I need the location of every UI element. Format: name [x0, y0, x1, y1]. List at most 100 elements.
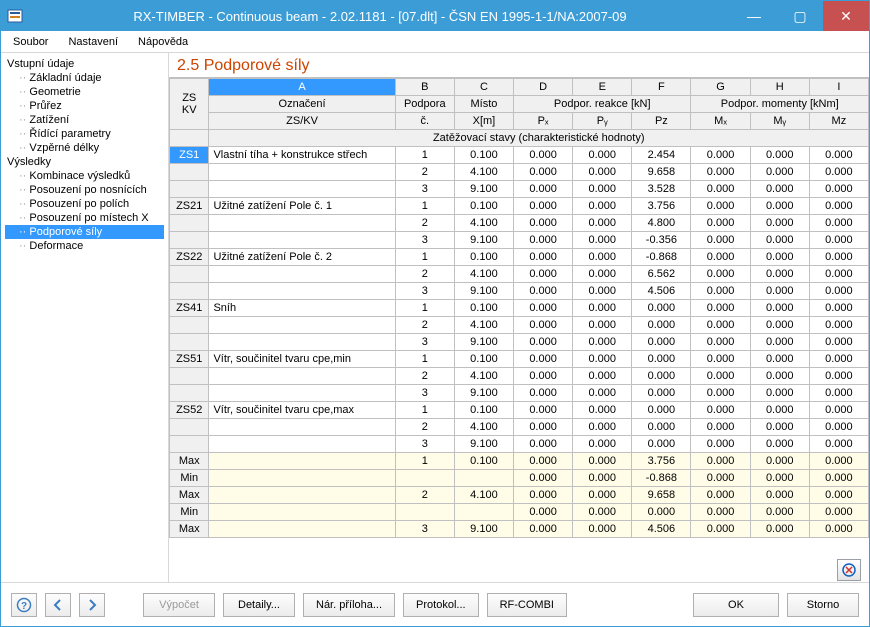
ok-button[interactable]: OK — [693, 593, 779, 617]
cell[interactable]: 0.000 — [691, 419, 750, 436]
cell[interactable]: 9.658 — [632, 487, 691, 504]
annex-button[interactable]: Nár. příloha... — [303, 593, 395, 617]
cell[interactable]: 1 — [395, 147, 454, 164]
cell[interactable]: 2 — [395, 368, 454, 385]
table-row[interactable]: 24.1000.0000.0004.8000.0000.0000.000 — [170, 215, 869, 232]
cell[interactable] — [209, 521, 395, 538]
cell[interactable]: 0.000 — [573, 487, 632, 504]
cell[interactable]: 0.000 — [750, 487, 809, 504]
cell[interactable]: 0.000 — [573, 385, 632, 402]
cell[interactable]: 0.000 — [691, 521, 750, 538]
cell[interactable]: Vítr, součinitel tvaru cpe,max — [209, 402, 395, 419]
cell[interactable]: 0.000 — [632, 351, 691, 368]
cell[interactable]: 0.000 — [632, 368, 691, 385]
nav-tree[interactable]: Vstupní údaje ·· Základní údaje ·· Geome… — [1, 53, 169, 582]
cell[interactable]: 0.000 — [573, 249, 632, 266]
cell[interactable]: 0.000 — [750, 504, 809, 521]
cell[interactable]: 0.100 — [454, 249, 513, 266]
cell[interactable]: 0.100 — [454, 300, 513, 317]
row-header[interactable]: Max — [170, 487, 209, 504]
cell[interactable]: 0.000 — [809, 487, 868, 504]
cell[interactable]: 2 — [395, 317, 454, 334]
table-row[interactable]: Min0.0000.0000.0000.0000.0000.000 — [170, 504, 869, 521]
row-header[interactable] — [170, 317, 209, 334]
row-header[interactable]: ZS52 — [170, 402, 209, 419]
cell[interactable]: 1 — [395, 198, 454, 215]
table-row[interactable]: 24.1000.0000.0009.6580.0000.0000.000 — [170, 164, 869, 181]
cell[interactable]: 0.000 — [573, 521, 632, 538]
col-zs-kv[interactable]: ZSKV — [170, 79, 209, 130]
cell[interactable]: 2.454 — [632, 147, 691, 164]
cell[interactable]: 0.000 — [750, 164, 809, 181]
cell[interactable]: 0.000 — [573, 351, 632, 368]
cell[interactable]: 0.000 — [750, 232, 809, 249]
cell[interactable]: 0.000 — [632, 504, 691, 521]
cell[interactable]: 0.000 — [809, 334, 868, 351]
table-row[interactable]: ZS41Sníh10.1000.0000.0000.0000.0000.0000… — [170, 300, 869, 317]
cell[interactable]: 0.000 — [750, 300, 809, 317]
cell[interactable]: 0.000 — [573, 317, 632, 334]
cell[interactable]: 0.000 — [691, 334, 750, 351]
cell[interactable]: 9.100 — [454, 385, 513, 402]
cell[interactable]: 9.100 — [454, 232, 513, 249]
cell[interactable]: 0.100 — [454, 198, 513, 215]
cell[interactable]: 0.000 — [809, 249, 868, 266]
cell[interactable]: 0.000 — [750, 402, 809, 419]
nav-item-kombinace[interactable]: ·· Kombinace výsledků — [5, 169, 164, 183]
row-header[interactable]: Max — [170, 521, 209, 538]
cell[interactable]: 0.000 — [514, 419, 573, 436]
cell[interactable]: 0.000 — [691, 351, 750, 368]
cell[interactable]: 0.000 — [632, 402, 691, 419]
cell[interactable]: 0.000 — [632, 317, 691, 334]
cell[interactable]: 0.000 — [514, 283, 573, 300]
col-i[interactable]: I — [809, 79, 868, 96]
cell[interactable]: 1 — [395, 402, 454, 419]
col-a[interactable]: A — [209, 79, 395, 96]
cell[interactable]: 0.000 — [691, 283, 750, 300]
compute-button[interactable]: Výpočet — [143, 593, 215, 617]
cell[interactable]: 0.000 — [809, 164, 868, 181]
cell[interactable]: 3 — [395, 436, 454, 453]
cell[interactable]: 0.000 — [809, 215, 868, 232]
table-row[interactable]: ZS51Vítr, součinitel tvaru cpe,min10.100… — [170, 351, 869, 368]
cell[interactable]: 0.000 — [573, 266, 632, 283]
cell[interactable] — [209, 266, 395, 283]
cell[interactable]: 2 — [395, 215, 454, 232]
cell[interactable]: 2 — [395, 487, 454, 504]
cell[interactable]: 0.000 — [750, 215, 809, 232]
cell[interactable] — [209, 181, 395, 198]
cell[interactable]: Užitné zatížení Pole č. 2 — [209, 249, 395, 266]
row-header[interactable]: ZS1 — [170, 147, 209, 164]
row-header[interactable] — [170, 164, 209, 181]
cell[interactable]: 0.000 — [809, 521, 868, 538]
cell[interactable]: 0.100 — [454, 351, 513, 368]
cell[interactable]: 1 — [395, 249, 454, 266]
cell[interactable]: 0.000 — [573, 368, 632, 385]
table-row[interactable]: ZS52Vítr, součinitel tvaru cpe,max10.100… — [170, 402, 869, 419]
cell[interactable]: 0.000 — [514, 198, 573, 215]
maximize-button[interactable]: ▢ — [777, 1, 823, 31]
prev-page-button[interactable] — [45, 593, 71, 617]
row-header[interactable]: ZS41 — [170, 300, 209, 317]
row-header[interactable] — [170, 334, 209, 351]
cell[interactable]: 4.100 — [454, 164, 513, 181]
cell[interactable]: 0.000 — [514, 351, 573, 368]
cell[interactable]: 9.100 — [454, 283, 513, 300]
cell[interactable]: 0.000 — [691, 147, 750, 164]
cell[interactable]: 0.000 — [573, 164, 632, 181]
cell[interactable]: 2 — [395, 419, 454, 436]
cell[interactable]: 0.000 — [691, 232, 750, 249]
nav-item-ridici[interactable]: ·· Řídící parametry — [5, 127, 164, 141]
cell[interactable]: 0.000 — [809, 402, 868, 419]
row-header[interactable] — [170, 283, 209, 300]
cell[interactable]: 0.000 — [514, 334, 573, 351]
cell[interactable]: 0.000 — [809, 453, 868, 470]
cell[interactable]: 4.100 — [454, 419, 513, 436]
table-row[interactable]: 39.1000.0000.000-0.3560.0000.0000.000 — [170, 232, 869, 249]
col-f[interactable]: F — [632, 79, 691, 96]
cell[interactable]: 0.000 — [691, 198, 750, 215]
row-header[interactable] — [170, 368, 209, 385]
cell[interactable]: 9.100 — [454, 436, 513, 453]
row-header[interactable] — [170, 419, 209, 436]
table-row[interactable]: ZS1Vlastní tíha + konstrukce střech10.10… — [170, 147, 869, 164]
